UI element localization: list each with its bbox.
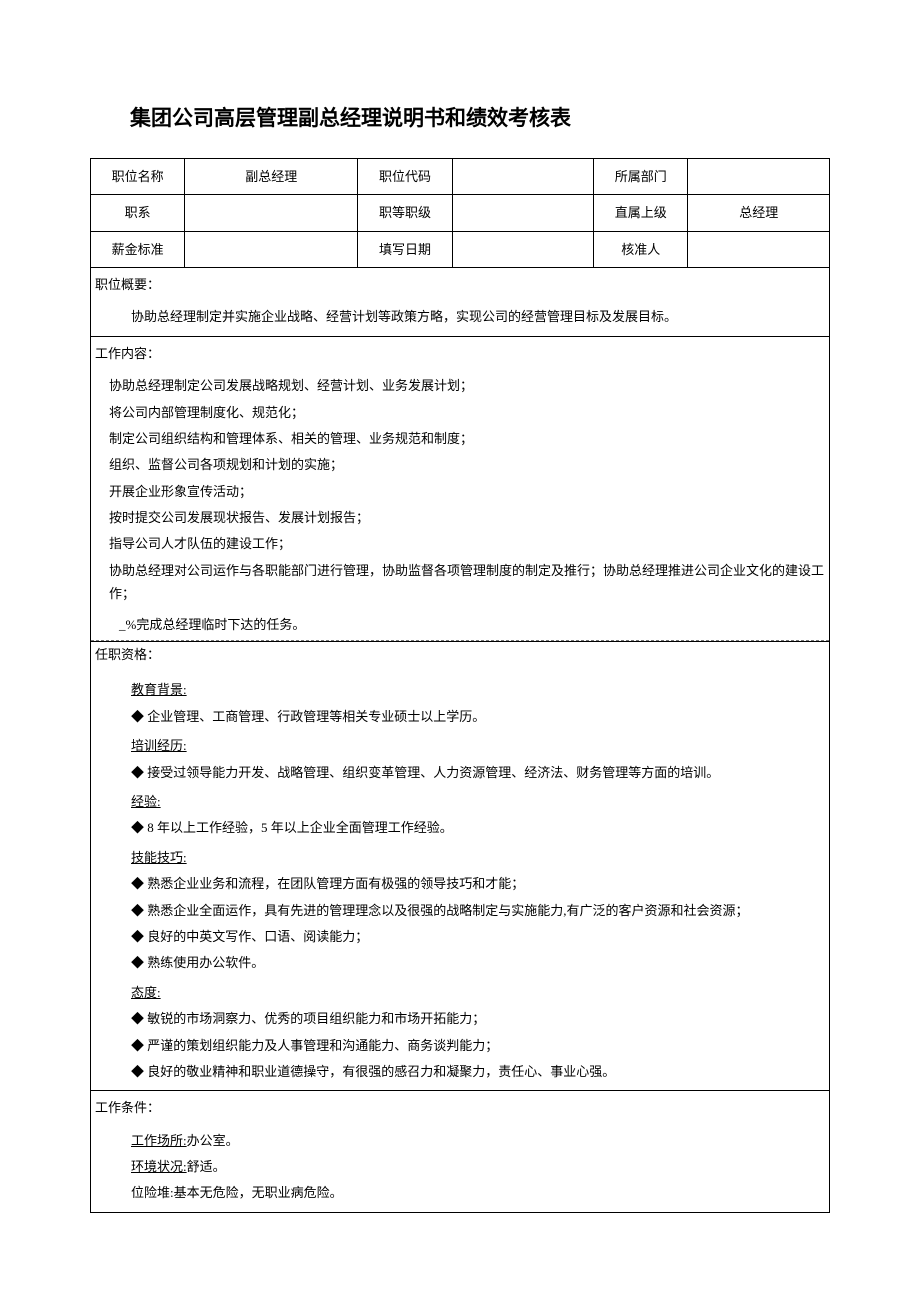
workplace-value: 办公室。 [187, 1133, 239, 1148]
training-item: ◆ 接受过领导能力开发、战略管理、组织变革管理、人力资源管理、经济法、财务管理等… [131, 761, 825, 784]
overview-text: 协助总经理制定并实施企业战略、经营计划等政策方略，实现公司的经营管理目标及发展目… [131, 305, 825, 328]
attitude-item: ◆ 敏锐的市场洞察力、优秀的项目组织能力和市场开拓能力； [131, 1007, 825, 1030]
attitude-heading: 态度: [131, 985, 161, 1000]
content-item: 指导公司人才队伍的建设工作； [109, 532, 825, 555]
skill-item: ◆ 熟练使用办公软件。 [131, 951, 825, 974]
content-last-item: _%完成总经理临时下达的任务。 [91, 613, 829, 641]
environment-heading: 环境状况: [131, 1159, 187, 1174]
risk-heading: 位险堆: [131, 1185, 174, 1200]
risk-value: 基本无危险，无职业病危险。 [174, 1185, 343, 1200]
value-supervisor: 总经理 [688, 195, 830, 231]
conditions-label: 工作条件： [91, 1091, 829, 1121]
skill-item: ◆ 良好的中英文写作、口语、阅读能力； [131, 925, 825, 948]
overview-label: 职位概要： [91, 268, 829, 298]
value-grade [452, 195, 594, 231]
value-position-name: 副总经理 [185, 158, 358, 194]
value-department [688, 158, 830, 194]
skills-heading: 技能技巧: [131, 850, 187, 865]
skill-item: ◆ 熟悉企业全面运作，具有先进的管理理念以及很强的战略制定与实施能力,有广泛的客… [131, 899, 825, 922]
attitude-item: ◆ 严谨的策划组织能力及人事管理和沟通能力、商务谈判能力； [131, 1034, 825, 1057]
qualification-section: 任职资格： 教育背景: ◆ 企业管理、工商管理、行政管理等相关专业硕士以上学历。… [90, 641, 830, 1091]
environment-value: 舒适。 [187, 1159, 226, 1174]
experience-item: ◆ 8 年以上工作经验，5 年以上企业全面管理工作经验。 [131, 816, 825, 839]
value-job-series [185, 195, 358, 231]
content-section: 工作内容： 协助总经理制定公司发展战略规划、经营计划、业务发展计划； 将公司内部… [90, 337, 830, 642]
page-title: 集团公司高层管理副总经理说明书和绩效考核表 [130, 100, 830, 138]
content-label: 工作内容： [91, 337, 829, 367]
training-heading: 培训经历: [131, 738, 187, 753]
content-item: 组织、监督公司各项规划和计划的实施； [109, 453, 825, 476]
qualification-label: 任职资格： [91, 641, 829, 668]
value-position-code [452, 158, 594, 194]
edu-item: ◆ 企业管理、工商管理、行政管理等相关专业硕士以上学历。 [131, 705, 825, 728]
experience-heading: 经验: [131, 794, 161, 809]
value-salary [185, 231, 358, 267]
content-item: 制定公司组织结构和管理体系、相关的管理、业务规范和制度； [109, 427, 825, 450]
skill-item: ◆ 熟悉企业业务和流程，在团队管理方面有极强的领导技巧和才能； [131, 872, 825, 895]
conditions-section: 工作条件： 工作场所:办公室。 环境状况:舒适。 位险堆:基本无危险，无职业病危… [90, 1091, 830, 1213]
value-approver [688, 231, 830, 267]
overview-section: 职位概要： 协助总经理制定并实施企业战略、经营计划等政策方略，实现公司的经营管理… [90, 268, 830, 337]
label-date: 填写日期 [358, 231, 452, 267]
info-table: 职位名称 副总经理 职位代码 所属部门 职系 职等职级 直属上级 总经理 薪金标… [90, 158, 830, 268]
content-item: 将公司内部管理制度化、规范化； [109, 401, 825, 424]
label-approver: 核准人 [594, 231, 688, 267]
content-item: 开展企业形象宣传活动； [109, 480, 825, 503]
value-date [452, 231, 594, 267]
label-job-series: 职系 [91, 195, 185, 231]
label-grade: 职等职级 [358, 195, 452, 231]
label-position-code: 职位代码 [358, 158, 452, 194]
edu-heading: 教育背景: [131, 682, 187, 697]
content-item: 协助总经理对公司运作与各职能部门进行管理，协助监督各项管理制度的制定及推行；协助… [109, 559, 825, 606]
label-salary: 薪金标准 [91, 231, 185, 267]
attitude-item: ◆ 良好的敬业精神和职业道德操守，有很强的感召力和凝聚力，责任心、事业心强。 [131, 1060, 825, 1083]
label-position-name: 职位名称 [91, 158, 185, 194]
workplace-heading: 工作场所: [131, 1133, 187, 1148]
content-item: 协助总经理制定公司发展战略规划、经营计划、业务发展计划； [109, 374, 825, 397]
content-item: 按时提交公司发展现状报告、发展计划报告； [109, 506, 825, 529]
label-supervisor: 直属上级 [594, 195, 688, 231]
label-department: 所属部门 [594, 158, 688, 194]
